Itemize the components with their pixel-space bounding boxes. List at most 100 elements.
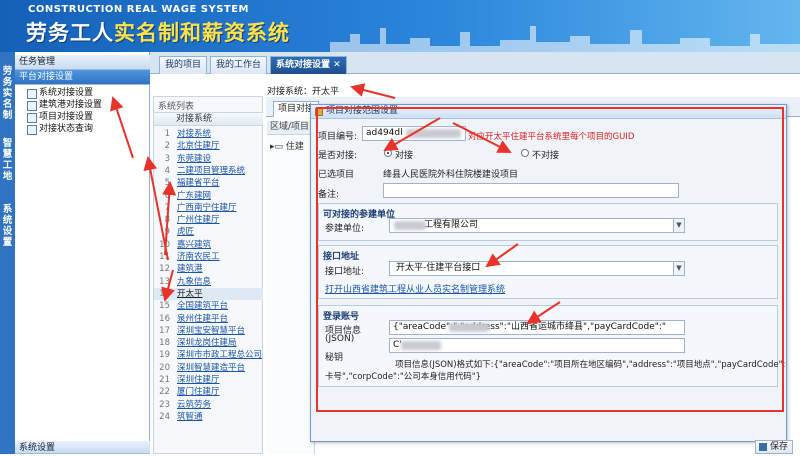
banner-title-part1: 劳务工人 [26,21,114,45]
banner-title-part2: 实名制和薪资系统 [114,21,290,45]
system-name-link[interactable]: 广州住建厅 [177,214,220,226]
system-list-row[interactable]: 11 济南农民工 [154,251,264,263]
system-list-row[interactable]: 15 全国建筑平台 [154,300,264,312]
module-strip: 劳务实名制 智慧工地 系统设置 [0,52,15,454]
row-number: 2 [164,141,170,152]
system-list-row[interactable]: 2 北京住建厅 [154,140,264,152]
system-list-row[interactable]: 14 开太平 [154,287,264,300]
tab-system-dock-label: 系统对接设置 [276,60,331,70]
system-name-link[interactable]: 开太平 [177,288,203,300]
menu-item-project-dock[interactable]: 项目对接设置 [25,111,93,123]
row-number: 13 [159,276,170,287]
system-name-link[interactable]: 北京住建厅 [177,140,220,152]
system-list-row[interactable]: 10 嘉兴建筑 [154,239,264,251]
system-name-link[interactable]: 深圳市市政工程总公司 [177,349,262,361]
system-list-row[interactable]: 24 筑智通 [154,411,264,423]
row-number: 5 [164,178,170,189]
tab-my-projects[interactable]: 我的项目 [159,56,208,74]
system-list-row[interactable]: 23 云筑劳务 [154,399,264,411]
row-number: 14 [159,288,170,299]
system-name-link[interactable]: 建筑港 [177,263,203,275]
system-name-link[interactable]: 厦门住建厅 [177,386,220,398]
system-list-row[interactable]: 19 深圳市市政工程总公司 [154,349,264,361]
system-name-link[interactable]: 深圳智慧建造平台 [177,362,245,374]
system-list-row[interactable]: 12 建筑港 [154,263,264,275]
system-name-link[interactable]: 东莞建设 [177,153,211,165]
app-banner: CONSTRUCTION REAL WAGE SYSTEM 劳务工人实名制和薪资… [0,0,800,52]
system-list-row[interactable]: 22 厦门住建厅 [154,386,264,398]
system-name-link[interactable]: 泉州住建平台 [177,313,228,325]
system-name-link[interactable]: 筑智通 [177,411,203,423]
row-number: 9 [164,227,170,238]
system-list-row[interactable]: 9 虎匠 [154,226,264,238]
tree-node[interactable]: ▸▭ 住建 [270,139,304,152]
row-number: 4 [164,165,170,176]
annotation-highlight-box [316,107,784,412]
system-name-link[interactable]: 云筑劳务 [177,399,211,411]
system-list-row[interactable]: 20 深圳智慧建造平台 [154,362,264,374]
menu-item-jianzhugang-dock[interactable]: 建筑港对接设置 [25,99,102,111]
system-name-link[interactable]: 广东建网 [177,190,211,202]
module-smart-site[interactable]: 智慧工地 [1,138,14,182]
tab-bar: 我的项目 我的工作台 系统对接设置 ✕ [150,52,800,74]
tree-node-label: 住建 [285,142,304,152]
system-list-row[interactable]: 13 九象信息 [154,276,264,288]
system-list-row[interactable]: 8 广州住建厅 [154,214,264,226]
system-list-row[interactable]: 7 广西南宁住建厅 [154,202,264,214]
system-list-row[interactable]: 18 深圳龙岗住建局 [154,337,264,349]
system-name-link[interactable]: 嘉兴建筑 [177,239,211,251]
menu-item-dock-status[interactable]: 对接状态查询 [25,123,93,135]
row-number: 8 [164,215,170,226]
row-number: 18 [159,338,170,349]
system-name-link[interactable]: 深圳宝安智慧平台 [177,325,245,337]
row-number: 16 [159,313,170,324]
row-number: 23 [159,399,170,410]
system-name-link[interactable]: 二建项目管理系统 [177,165,245,177]
right-panel-title: 对接系统：开太平 [267,87,340,97]
system-list-row[interactable]: 3 东莞建设 [154,153,264,165]
system-name-link[interactable]: 深圳住建厅 [177,374,220,386]
system-list-row[interactable]: 21 深圳住建厅 [154,374,264,386]
tab-my-workbench[interactable]: 我的工作台 [210,56,268,74]
save-button[interactable]: 保存 [755,440,794,454]
system-list-row[interactable]: 5 福建省平台 [154,177,264,189]
system-name-link[interactable]: 对接系统 [177,128,211,140]
row-number: 19 [159,350,170,361]
system-name-link[interactable]: 广西南宁住建厅 [177,202,237,214]
menu-head-task-label: 任务管理 [19,57,56,67]
module-labor[interactable]: 劳务实名制 [1,66,14,121]
menu-head-platform-label: 平台对接设置 [19,72,74,82]
menu-head-platform[interactable]: 平台对接设置 [15,70,150,85]
row-number: 1 [164,129,170,139]
row-number: 17 [159,325,170,336]
tab-system-dock[interactable]: 系统对接设置 ✕ [270,56,347,74]
row-number: 6 [164,190,170,201]
system-list-row[interactable]: 6 广东建网 [154,190,264,202]
system-name-link[interactable]: 全国建筑平台 [177,300,228,312]
folder-icon: ▸▭ [270,142,284,152]
system-name-link[interactable]: 虎匠 [177,226,194,238]
system-list-row[interactable]: 4 二建项目管理系统 [154,165,264,177]
system-list-title: 系统列表 [158,102,195,112]
system-list-row[interactable]: 1 对接系统 [154,128,264,140]
tree-column-header: 区域/项目 [267,121,315,135]
module-system-settings[interactable]: 系统设置 [1,204,14,248]
system-list: 系统列表 对接系统 1 对接系统 2 北京住建厅 3 东莞建设 4 二建项目管理系统 5 福建省平… [153,96,264,454]
row-number: 21 [159,375,170,385]
menu-head-task[interactable]: 任务管理 [15,55,150,70]
row-number: 24 [159,411,170,422]
system-list-row[interactable]: 17 深圳宝安智慧平台 [154,325,264,337]
row-number: 10 [159,239,170,250]
row-number: 20 [159,362,170,373]
row-number: 11 [159,252,170,262]
system-name-link[interactable]: 福建省平台 [177,177,220,189]
system-name-link[interactable]: 九象信息 [177,276,211,288]
system-list-column-header: 对接系统 [154,112,264,126]
menu-head-system[interactable]: 系统设置 [15,441,150,454]
system-list-row[interactable]: 16 泉州住建平台 [154,313,264,325]
menu-item-system-dock[interactable]: 系统对接设置 [25,87,93,99]
row-number: 7 [164,202,170,213]
close-icon[interactable]: ✕ [333,60,341,70]
system-name-link[interactable]: 济南农民工 [177,251,220,263]
system-name-link[interactable]: 深圳龙岗住建局 [177,337,237,349]
